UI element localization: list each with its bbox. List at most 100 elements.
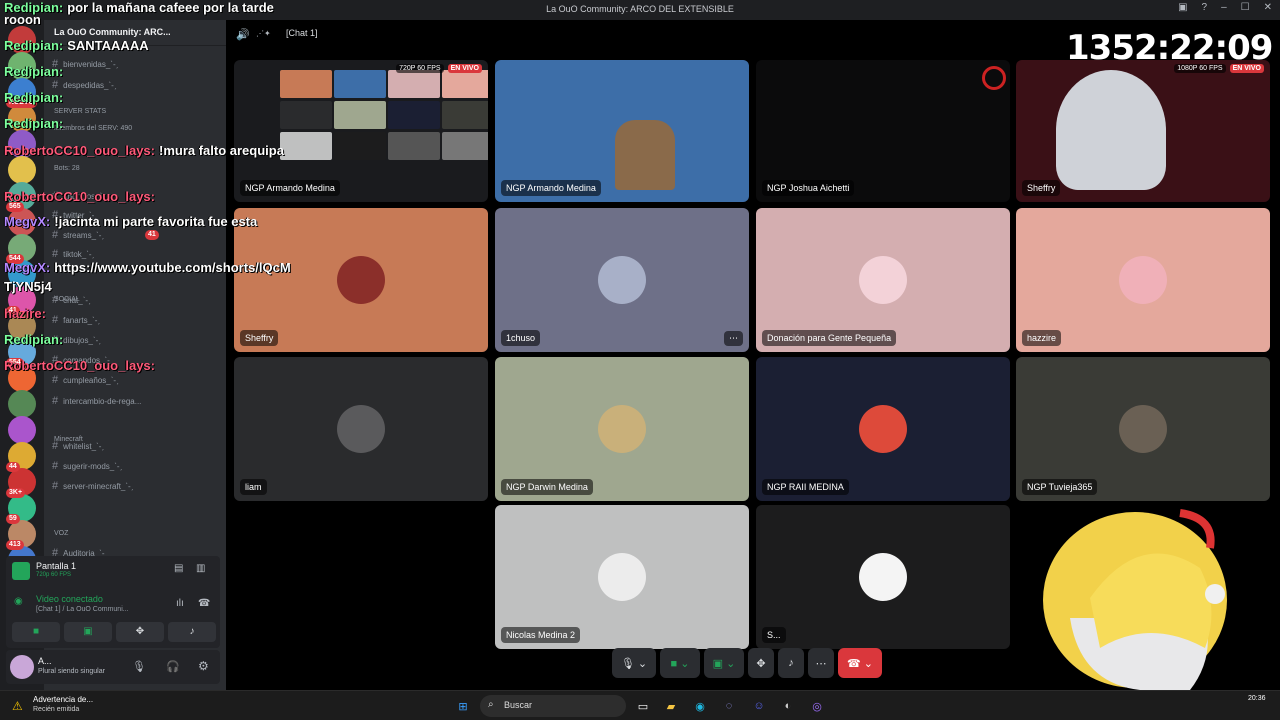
participant-tile[interactable]: NGP Darwin Medina <box>495 357 749 501</box>
participant-tile[interactable]: NGP Tuvieja365 <box>1016 357 1270 501</box>
camera-button[interactable]: ■ <box>12 622 60 642</box>
notification-title[interactable]: Advertencia de... <box>33 695 93 704</box>
activities-button[interactable]: ✥ <box>116 622 164 642</box>
leave-call-button[interactable]: ☎ ⌄ <box>838 648 882 678</box>
screen-close-icon[interactable]: ▥ <box>196 563 205 574</box>
maximize-button[interactable]: ☐ <box>1241 2 1250 13</box>
server-icon[interactable] <box>8 260 36 288</box>
inbox-icon[interactable]: ▣ <box>1178 2 1187 13</box>
participant-tile[interactable]: S... <box>756 505 1010 649</box>
participant-tile[interactable]: NGP Joshua Aichetti <box>756 60 1010 202</box>
obs-icon[interactable]: ◎ <box>808 697 826 715</box>
unread-badge: 41 <box>145 230 159 240</box>
hash-icon: # <box>52 229 59 241</box>
task-view-icon[interactable]: ▭ <box>634 697 652 715</box>
participant-tile[interactable]: 1chuso ⋯ <box>495 208 749 352</box>
participant-avatar <box>337 405 385 453</box>
activities-call-button[interactable]: ✥ <box>748 648 774 678</box>
server-icon[interactable] <box>8 364 36 392</box>
channel-item[interactable]: # dibujos_ˋ-ˏ <box>52 332 101 348</box>
participant-tile[interactable]: Donación para Gente Pequeña <box>756 208 1010 352</box>
microphone-icon[interactable]: 🎙 <box>132 660 146 673</box>
app2-icon[interactable]: ◐ <box>779 697 797 715</box>
camera-toggle-button[interactable]: ■ ⌄ <box>660 648 700 678</box>
minimize-button[interactable]: – <box>1221 2 1227 13</box>
channel-category[interactable]: VOZ <box>54 530 68 537</box>
channel-label: server-minecraft_ˋ-ˏ <box>63 481 134 491</box>
participant-tile[interactable]: 720P 60 FPS EN VIVO NGP Armando Medina <box>234 60 488 202</box>
channel-item[interactable]: # cumpleaños_ˋ-ˏ <box>52 372 119 388</box>
channel-category[interactable]: SERVER STATS <box>54 108 106 115</box>
server-icon[interactable] <box>8 390 36 418</box>
stream-preview-cell <box>442 132 488 160</box>
channel-item[interactable]: # anuncios_ˋ-ˏ <box>52 188 108 204</box>
tile-more-button[interactable]: ⋯ <box>724 331 743 346</box>
hash-icon: # <box>52 294 59 306</box>
server-icon[interactable] <box>8 312 36 340</box>
edge-icon[interactable]: ◉ <box>691 697 709 715</box>
server-icon[interactable] <box>8 104 36 132</box>
avatar[interactable] <box>10 655 34 679</box>
channel-item[interactable]: # intercambio-de-rega... <box>52 393 141 409</box>
server-badge: 413 <box>6 540 24 550</box>
stream-preview-cell <box>280 101 332 129</box>
participant-tile[interactable]: Sheffry <box>234 208 488 352</box>
participant-tile[interactable]: NGP RAII MEDINA <box>756 357 1010 501</box>
channel-label: fanarts_ˋ-ˏ <box>63 315 101 325</box>
server-header[interactable]: La OuO Community: ARC... <box>44 20 226 46</box>
taskbar-search[interactable]: ⌕ Buscar <box>480 695 626 717</box>
soundboard-call-button[interactable]: ♪ <box>778 648 804 678</box>
help-icon[interactable]: ? <box>1202 2 1208 13</box>
server-icon[interactable] <box>8 208 36 236</box>
screen-title: Pantalla 1 <box>36 561 77 571</box>
server-icon[interactable] <box>8 156 36 184</box>
channel-item[interactable]: # sugerir-mods_ˋ-ˏ <box>52 458 122 474</box>
user-name: A... <box>38 656 52 666</box>
headphones-icon[interactable]: 🎧 <box>166 660 180 673</box>
channel-item[interactable]: # streams_ˋ-ˏ 41 <box>52 227 159 243</box>
server-badge: 554 <box>6 358 24 368</box>
server-icon[interactable] <box>8 416 36 444</box>
screen-settings-icon[interactable]: ▤ <box>174 563 183 574</box>
window-title: La OuO Community: ARCO DEL EXTENSIBLE <box>546 4 734 14</box>
disconnect-icon[interactable]: ☎ <box>198 598 210 609</box>
more-options-button[interactable]: ⋯ <box>808 648 834 678</box>
server-icon[interactable] <box>8 52 36 80</box>
participant-name: S... <box>762 627 786 643</box>
channel-item[interactable]: # fanarts_ˋ-ˏ <box>52 312 100 328</box>
server-icon[interactable] <box>8 130 36 158</box>
file-explorer-icon[interactable]: ▰ <box>662 697 680 715</box>
participant-tile[interactable]: 1080P 60 FPS EN VIVO Sheffry <box>1016 60 1270 202</box>
screenshare-toggle-button[interactable]: ▣ ⌄ <box>704 648 744 678</box>
server-badge: 59 <box>6 514 20 524</box>
channel-item[interactable]: # server-minecraft_ˋ-ˏ <box>52 478 133 494</box>
clock: 20:36 <box>1248 695 1266 702</box>
channel-item[interactable]: # chat_ˋ-ˏ <box>52 292 91 308</box>
app-icon[interactable]: ◌ <box>720 697 738 715</box>
discord-icon[interactable]: ☺ <box>750 697 768 715</box>
gear-icon[interactable]: ⚙ <box>198 659 209 673</box>
participant-tile[interactable]: NGP Armando Medina <box>495 60 749 202</box>
speaker-icon[interactable]: 🔊 <box>236 28 250 41</box>
close-button[interactable]: ✕ <box>1264 2 1272 13</box>
mic-toggle-button[interactable]: 🎙 ⌄ <box>612 648 656 678</box>
channel-decor-icon: ⋰✦ <box>256 29 271 38</box>
noise-icon[interactable]: ılı <box>176 598 184 609</box>
channel-item[interactable]: # twitter_ˋ-ˏ <box>52 207 97 223</box>
channel-item[interactable]: # bienvenidas_ˋ-ˏ <box>52 56 118 72</box>
channel-item[interactable]: # comandos_ˋ-ˏ <box>52 352 112 368</box>
participant-tile[interactable]: Nicolas Medina 2 <box>495 505 749 649</box>
channel-item[interactable]: # tiktok_ˋ-ˏ <box>52 246 94 262</box>
channel-item[interactable]: # despedidas_ˋ-ˏ <box>52 77 117 93</box>
hash-icon: # <box>52 480 59 492</box>
channel-item[interactable]: # whitelist_ˋ-ˏ <box>52 438 104 454</box>
channel-category[interactable]: Bots: 28 <box>54 165 80 172</box>
server-icon[interactable] <box>8 26 36 54</box>
participant-tile[interactable]: hazzire <box>1016 208 1270 352</box>
participant-tile[interactable]: liam <box>234 357 488 501</box>
windows-start-icon[interactable]: ⊞ <box>454 697 472 715</box>
share-screen-button[interactable]: ▣ <box>64 622 112 642</box>
soundboard-button[interactable]: ♪ <box>168 622 216 642</box>
channel-category[interactable]: Miembros del SERV: 490 <box>54 125 132 132</box>
participant-name: NGP RAII MEDINA <box>762 479 849 495</box>
